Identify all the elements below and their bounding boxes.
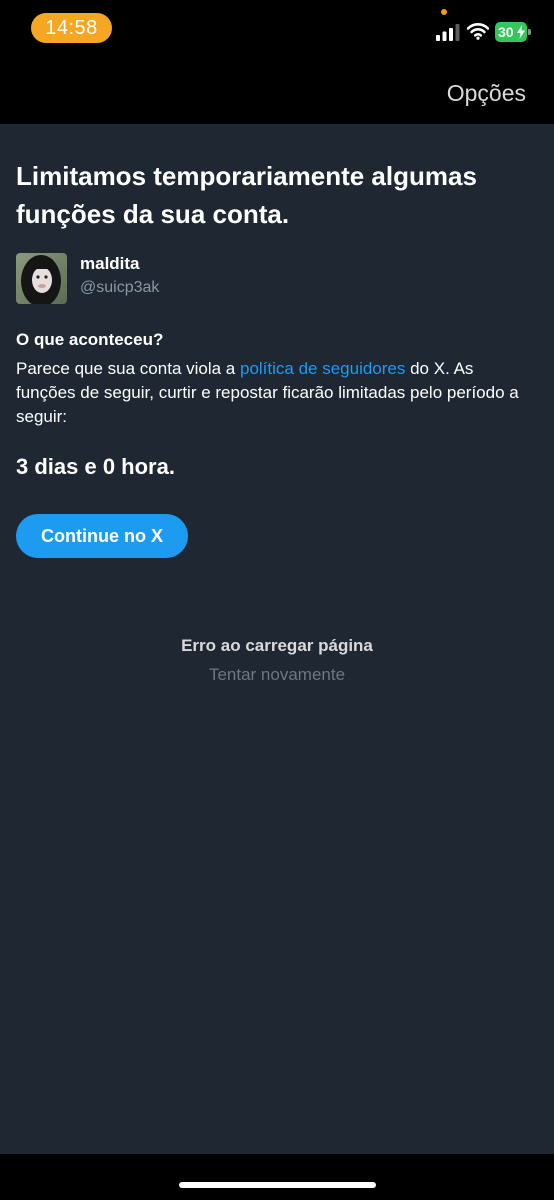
username: @suicp3ak: [80, 279, 160, 296]
avatar: [16, 253, 67, 304]
follower-policy-link[interactable]: política de seguidores: [240, 359, 405, 378]
wifi-icon: [467, 23, 489, 40]
nav-bar: Opções: [0, 62, 554, 124]
page-title: Limitamos temporariamente algumas funçõe…: [16, 161, 477, 229]
section-heading: O que aconteceu?: [16, 330, 164, 349]
battery-icon: 30: [495, 22, 531, 42]
bottom-bar: [0, 1154, 554, 1200]
retry-link[interactable]: Tentar novamente: [0, 665, 554, 685]
restriction-duration: 3 dias e 0 hora.: [16, 454, 175, 479]
battery-cap: [528, 29, 531, 35]
status-bar: 14:58 30: [0, 0, 554, 62]
explanation-text-start: Parece que sua conta viola a: [16, 359, 240, 378]
status-time: 14:58: [31, 13, 112, 43]
error-message: Erro ao carregar página: [181, 636, 373, 655]
options-button[interactable]: Opções: [447, 80, 526, 107]
continue-button[interactable]: Continue no X: [16, 514, 188, 558]
signal-icon: [436, 24, 460, 41]
display-name: maldita: [80, 254, 140, 273]
explanation-text: Parece que sua conta viola a política de…: [16, 357, 536, 429]
home-indicator[interactable]: [179, 1182, 376, 1188]
restriction-notice: Limitamos temporariamente algumas funçõe…: [0, 124, 554, 1154]
privacy-indicator-dot: [441, 9, 447, 15]
charging-bolt-icon: [517, 25, 525, 39]
